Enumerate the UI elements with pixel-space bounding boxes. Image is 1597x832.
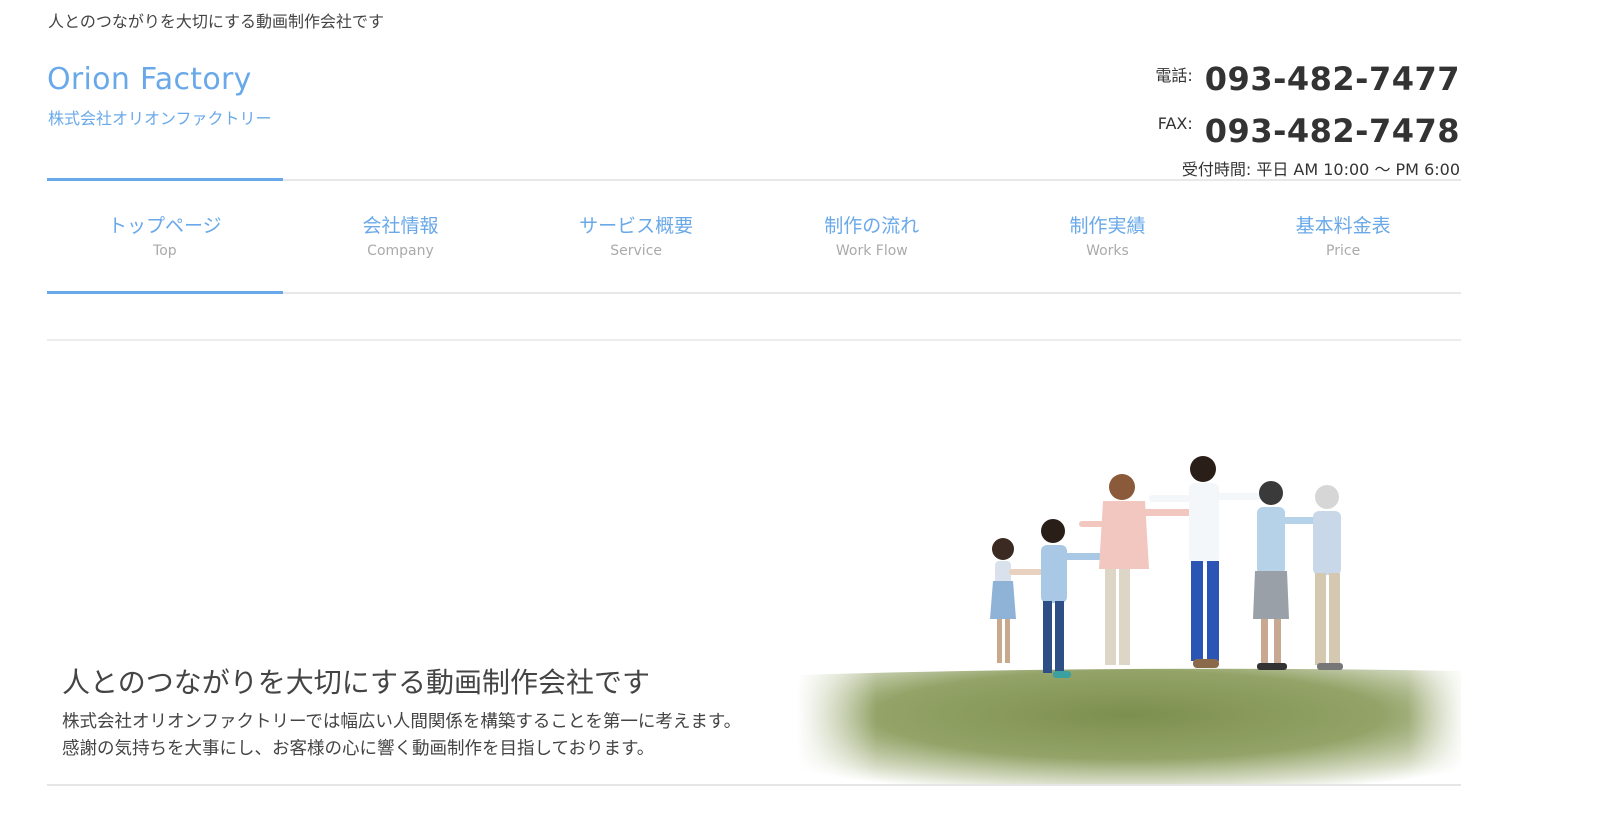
hero-description: 株式会社オリオンファクトリーでは幅広い人間関係を構築することを第一に考えます。 … xyxy=(62,709,741,763)
nav-item-company[interactable]: 会社情報 Company xyxy=(283,181,519,293)
site-tagline: 人とのつながりを大切にする動画制作会社です xyxy=(48,12,385,31)
contact-block: 電話: 093-482-7477 FAX: 093-482-7478 xyxy=(1155,58,1460,152)
hero-description-line-1: 株式会社オリオンファクトリーでは幅広い人間関係を構築することを第一に考えます。 xyxy=(62,712,742,732)
business-hours: 受付時間: 平日 AM 10:00 ～ PM 6:00 xyxy=(1181,160,1460,179)
logo-title[interactable]: Orion Factory xyxy=(47,62,252,97)
nav-item-label: トップページ xyxy=(108,215,222,237)
hero-heading: 人とのつながりを大切にする動画制作会社です xyxy=(62,666,651,699)
nav-item-sublabel: Work Flow xyxy=(835,243,908,259)
phone-number[interactable]: 093-482-7477 xyxy=(1205,58,1460,100)
phone-label: 電話: xyxy=(1155,66,1193,85)
fax-number: 093-482-7478 xyxy=(1204,112,1460,150)
nav-item-sublabel: Works xyxy=(1086,243,1129,259)
hero-family-image xyxy=(797,456,1461,784)
nav-item-price[interactable]: 基本料金表 Price xyxy=(1225,181,1461,293)
nav-item-label: 基本料金表 xyxy=(1295,215,1391,237)
global-nav: トップページ Top 会社情報 Company サービス概要 Service 制… xyxy=(47,181,1461,293)
nav-item-label: 会社情報 xyxy=(362,215,439,237)
fax-row: FAX: 093-482-7478 xyxy=(1155,110,1460,152)
nav-item-sublabel: Top xyxy=(153,243,177,259)
nav-item-label: 制作実績 xyxy=(1069,215,1146,237)
nav-item-workflow[interactable]: 制作の流れ Work Flow xyxy=(754,181,990,293)
hero-section: 人とのつながりを大切にする動画制作会社です 株式会社オリオンファクトリーでは幅広… xyxy=(47,341,1461,784)
nav-active-indicator-bottom xyxy=(47,291,283,294)
nav-item-top[interactable]: トップページ Top xyxy=(47,181,283,293)
nav-item-sublabel: Company xyxy=(367,243,434,259)
nav-item-label: サービス概要 xyxy=(579,215,694,237)
logo-subtitle[interactable]: 株式会社オリオンファクトリー xyxy=(48,105,272,129)
phone-row: 電話: 093-482-7477 xyxy=(1155,58,1460,100)
nav-bottom-divider xyxy=(283,292,1461,294)
nav-item-works[interactable]: 制作実績 Works xyxy=(990,181,1226,293)
nav-item-label: 制作の流れ xyxy=(824,215,920,237)
hero-description-line-2: 感謝の気持ちを大事にし、お客様の心に響く動画制作を目指しております。 xyxy=(62,739,655,759)
fax-label: FAX: xyxy=(1157,114,1193,133)
nav-item-sublabel: Service xyxy=(610,243,663,259)
nav-item-service[interactable]: サービス概要 Service xyxy=(518,181,754,293)
nav-item-sublabel: Price xyxy=(1326,243,1361,259)
page: 人とのつながりを大切にする動画制作会社です Orion Factory 株式会社… xyxy=(0,0,1597,832)
hero-bottom-divider xyxy=(47,784,1461,786)
